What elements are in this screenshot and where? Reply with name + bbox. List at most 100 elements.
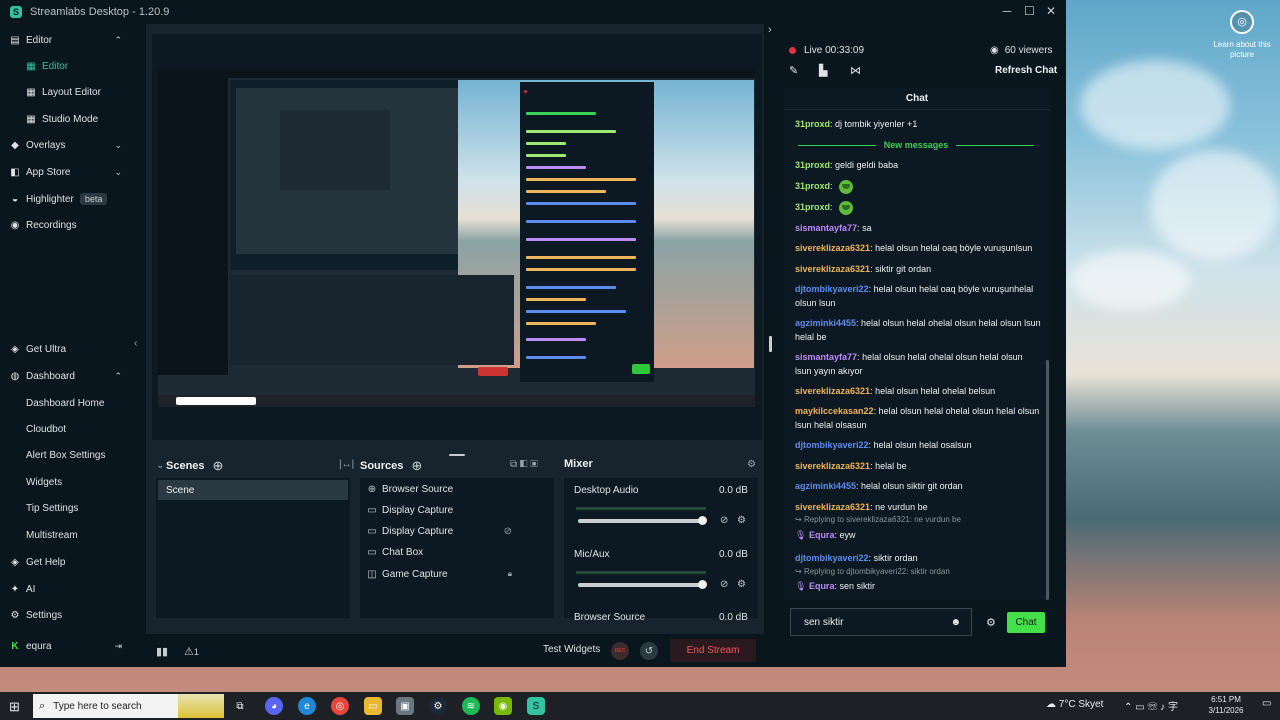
- sidebar-item-editor[interactable]: ▤ Editor ⌃: [0, 28, 130, 52]
- clip-icon[interactable]: ▙: [819, 64, 827, 77]
- refresh-chat-button[interactable]: Refresh Chat: [995, 65, 1057, 76]
- sidebar-item-studio-mode[interactable]: ▦ Studio Mode: [0, 107, 130, 131]
- mixer-settings-gear-icon[interactable]: ⚙: [747, 459, 756, 470]
- maximize-icon[interactable]: ☐: [1024, 4, 1035, 18]
- expand-panel-chevron-icon[interactable]: ›: [768, 24, 772, 36]
- add-scene-button[interactable]: ⊕: [213, 458, 224, 474]
- scene-transitions-icon[interactable]: |↔|: [339, 459, 354, 470]
- notifications-icon[interactable]: ▭: [1262, 698, 1271, 709]
- eye-slash-icon[interactable]: ⊘: [504, 526, 512, 537]
- edit-stream-info-icon[interactable]: ✎: [789, 64, 798, 77]
- collapse-chevron-icon[interactable]: ⌄: [156, 460, 164, 471]
- mute-icon[interactable]: ⊘: [720, 515, 728, 526]
- sidebar-item-recordings[interactable]: ◉ Recordings: [0, 213, 130, 237]
- send-chat-button[interactable]: Chat: [1007, 612, 1045, 633]
- volume-slider-knob[interactable]: [698, 516, 707, 525]
- sidebar-item-ai[interactable]: ✦ AI: [0, 577, 130, 601]
- taskbar-search[interactable]: ⌕ Type here to search: [33, 694, 224, 718]
- end-stream-button[interactable]: End Stream: [670, 639, 756, 662]
- channel-settings-gear-icon[interactable]: ⚙: [737, 515, 746, 526]
- system-tray-icons[interactable]: ⌃ ▭ ☏ ♪ 字: [1124, 698, 1178, 713]
- emoji-icon[interactable]: ☻: [950, 617, 961, 628]
- scene-item[interactable]: Scene: [158, 480, 348, 500]
- streamlabs-app-icon[interactable]: S: [527, 697, 545, 715]
- sidebar-item-equra[interactable]: Kequra ⇥: [0, 634, 130, 658]
- steam-app-icon[interactable]: ⚙: [429, 697, 447, 715]
- chat-username[interactable]: Equra: [809, 581, 835, 591]
- logout-icon[interactable]: ⇥: [114, 641, 122, 652]
- app-icon[interactable]: ▣: [396, 697, 414, 715]
- chat-username[interactable]: agziminki4455: [795, 481, 856, 491]
- source-item[interactable]: ⊕ Browser Source: [366, 480, 546, 498]
- sidebar-item-get-ultra[interactable]: ◈ Get Ultra: [0, 337, 130, 361]
- sidebar-item-overlays[interactable]: ◆ Overlays ⌄: [0, 133, 130, 157]
- chat-username[interactable]: djtombikyaveri22: [795, 284, 869, 294]
- collapse-sidebar-icon[interactable]: ‹: [134, 338, 137, 349]
- chat-input[interactable]: sen siktir ☻: [790, 608, 972, 636]
- chat-username[interactable]: 31proxd: [795, 181, 830, 191]
- chat-scrollbar[interactable]: [1046, 360, 1049, 600]
- source-options-icon[interactable]: ⧉ ◧ ▣: [510, 459, 538, 470]
- share-icon[interactable]: ⋈: [850, 64, 861, 77]
- sidebar-item-multistream[interactable]: Multistream: [0, 523, 130, 547]
- stats-chart-icon[interactable]: ▮▮: [156, 645, 168, 658]
- chat-username[interactable]: djtombikyaveri22: [795, 440, 869, 450]
- lock-icon[interactable]: 🔒︎: [508, 569, 512, 579]
- chat-settings-gear-icon[interactable]: ⚙: [986, 616, 996, 629]
- chat-username[interactable]: 31proxd: [795, 160, 830, 170]
- sidebar-item-dashboard[interactable]: ◍ Dashboard ⌃: [0, 364, 130, 388]
- file-explorer-app-icon[interactable]: ▭: [364, 697, 382, 715]
- sidebar-item-settings[interactable]: ⚙ Settings: [0, 603, 130, 627]
- record-button[interactable]: REC: [611, 642, 629, 660]
- replay-buffer-icon[interactable]: ↺: [640, 642, 658, 660]
- alert-warning-icon[interactable]: ⚠1: [184, 645, 199, 658]
- sidebar-item-tip-settings[interactable]: Tip Settings: [0, 496, 130, 520]
- sidebar-item-get-help[interactable]: ◈ Get Help: [0, 550, 130, 574]
- chat-username[interactable]: agziminki4455: [795, 318, 856, 328]
- source-item[interactable]: ◫ Game Capture 🔒︎: [366, 565, 546, 583]
- chat-username[interactable]: sismantayfa77: [795, 223, 857, 233]
- mute-icon[interactable]: ⊘: [720, 579, 728, 590]
- taskbar-clock[interactable]: 6:51 PM 3/11/2026: [1200, 694, 1252, 716]
- minimize-icon[interactable]: ─: [1002, 4, 1012, 18]
- spotify-app-icon[interactable]: ≋: [462, 697, 480, 715]
- sidebar-item-dashboard-home[interactable]: Dashboard Home: [0, 391, 130, 415]
- chat-username[interactable]: Equra: [809, 530, 835, 540]
- task-view-icon[interactable]: ⧉: [231, 697, 249, 715]
- source-item[interactable]: ▭ Chat Box: [366, 543, 546, 561]
- edge-app-icon[interactable]: e: [298, 697, 316, 715]
- chat-username[interactable]: 31proxd: [795, 119, 830, 129]
- learn-about-picture[interactable]: ◎ Learn about this picture: [1212, 10, 1272, 60]
- source-item[interactable]: ▭ Display Capture: [366, 501, 546, 519]
- close-icon[interactable]: ✕: [1046, 4, 1056, 18]
- chat-username[interactable]: sivereklizaza6321: [795, 386, 870, 396]
- panel-resize-handle[interactable]: [769, 336, 772, 352]
- source-item[interactable]: ▭ Display Capture ⊘: [366, 522, 546, 540]
- chrome-app-icon[interactable]: ◎: [331, 697, 349, 715]
- chat-username[interactable]: sivereklizaza6321: [795, 461, 870, 471]
- volume-slider[interactable]: [578, 583, 703, 587]
- sidebar-item-alert-box-settings[interactable]: Alert Box Settings: [0, 443, 130, 467]
- chat-username[interactable]: maykilccekasan22: [795, 406, 874, 416]
- sidebar-item-app-store[interactable]: ◧ App Store ⌄: [0, 160, 130, 184]
- discord-app-icon[interactable]: ◕: [265, 697, 283, 715]
- weather-widget[interactable]: ☁ 7°C Skyet: [1046, 699, 1103, 710]
- channel-settings-gear-icon[interactable]: ⚙: [737, 579, 746, 590]
- windows-start-icon[interactable]: ⊞: [9, 699, 20, 715]
- sidebar-item-cloudbot[interactable]: Cloudbot: [0, 417, 130, 441]
- sidebar-item-widgets[interactable]: Widgets: [0, 470, 130, 494]
- add-source-button[interactable]: ⊕: [411, 458, 422, 474]
- sidebar-item-editor[interactable]: ▦ Editor: [0, 54, 130, 78]
- test-widgets-button[interactable]: Test Widgets: [543, 644, 600, 655]
- chat-username[interactable]: 31proxd: [795, 202, 830, 212]
- chat-username[interactable]: sivereklizaza6321: [795, 264, 870, 274]
- volume-slider[interactable]: [578, 519, 703, 523]
- chat-username[interactable]: djtombikyaveri22: [795, 553, 869, 563]
- nvidia-app-icon[interactable]: ◉: [494, 697, 512, 715]
- dock-resize-handle[interactable]: [449, 454, 465, 456]
- sidebar-item-layout-editor[interactable]: ▦ Layout Editor: [0, 80, 130, 104]
- chat-username[interactable]: sivereklizaza6321: [795, 502, 870, 512]
- chat-username[interactable]: sivereklizaza6321: [795, 243, 870, 253]
- chat-username[interactable]: sismantayfa77: [795, 352, 857, 362]
- sidebar-item-highlighter[interactable]: ◒ Highlighter beta: [0, 187, 130, 211]
